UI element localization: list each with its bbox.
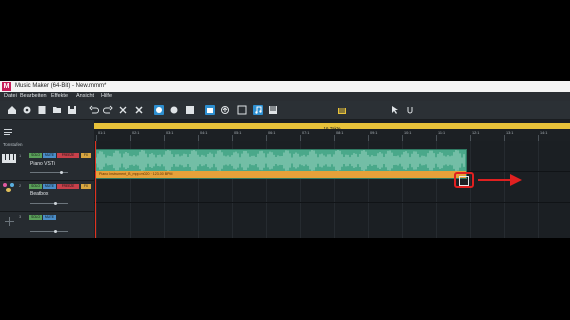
ruler-tick-label: 13:1: [506, 131, 514, 135]
ruler-tick-label: 05:1: [234, 131, 242, 135]
track-header-3[interactable]: 3 SOLO MUTE: [0, 212, 94, 238]
toggle-icon[interactable]: [169, 105, 179, 115]
track-number: 3: [19, 214, 22, 219]
home-icon[interactable]: [7, 105, 17, 115]
app-icon: M: [2, 82, 11, 91]
app-window: M Music Maker (64-Bit) - New.mmm* Datei …: [0, 81, 570, 238]
store-icon[interactable]: [205, 105, 215, 115]
volume-knob[interactable]: [54, 230, 57, 233]
menu-ansicht[interactable]: Ansicht: [76, 93, 94, 100]
loop-range-bar[interactable]: 16 Takte: [94, 123, 570, 131]
ruler-tick-label: 06:1: [268, 131, 276, 135]
track-lane-1[interactable]: Piano Instrument_B_mpp.m020 · 123.00 BPM: [94, 141, 570, 179]
volume-slider[interactable]: [30, 230, 68, 233]
title-bar: M Music Maker (64-Bit) - New.mmm*: [0, 81, 570, 92]
cut-icon[interactable]: [118, 105, 128, 115]
upload-icon[interactable]: [220, 105, 230, 115]
fx-button[interactable]: FX: [81, 184, 91, 189]
track-lane-3[interactable]: [94, 203, 570, 238]
track-name[interactable]: Beatbox: [30, 191, 48, 197]
freeze-button[interactable]: FREEZE: [57, 184, 79, 189]
volume-knob[interactable]: [54, 202, 57, 205]
solo-button[interactable]: SOLO: [29, 153, 42, 158]
solo-button[interactable]: SOLO: [29, 215, 42, 220]
volume-knob[interactable]: [60, 171, 63, 174]
track-header-2[interactable]: 2 SOLO MUTE FREEZE FX Beatbox: [0, 181, 94, 212]
volume-slider[interactable]: [30, 202, 68, 205]
menu-hilfe[interactable]: Hilfe: [101, 93, 112, 100]
menu-effekte[interactable]: Effekte: [51, 93, 68, 100]
toolbar: [0, 101, 570, 120]
mute-button[interactable]: MUTE: [43, 215, 56, 220]
ruler-tick-label: 01:1: [98, 131, 106, 135]
hamburger-icon[interactable]: [4, 129, 12, 135]
ruler-tick-label: 07:1: [302, 131, 310, 135]
fx-button[interactable]: FX: [81, 153, 91, 158]
menu-datei[interactable]: Datei: [4, 93, 17, 100]
ruler-tick-label: 08:1: [336, 131, 344, 135]
freeze-button[interactable]: FREEZE: [57, 153, 79, 158]
copy-icon[interactable]: [154, 105, 164, 115]
ruler-tick-label: 11:1: [438, 131, 446, 135]
undo-icon[interactable]: [89, 105, 99, 115]
ruler-tick-label: 04:1: [200, 131, 208, 135]
clip-waveform: [96, 150, 465, 171]
ruler-tick-label: 12:1: [472, 131, 480, 135]
tonstufen-label[interactable]: Tonstufen: [3, 142, 23, 147]
arrangement-area[interactable]: Piano Instrument_B_mpp.m020 · 123.00 BPM: [94, 141, 570, 238]
track-number: 2: [19, 183, 22, 188]
mute-button[interactable]: MUTE: [43, 153, 56, 158]
add-icon[interactable]: [5, 217, 14, 226]
menu-bearbeiten[interactable]: Bearbeiten: [20, 93, 47, 100]
music-icon[interactable]: [253, 105, 263, 115]
volume-slider[interactable]: [30, 171, 68, 174]
mixer-icon[interactable]: [337, 105, 347, 115]
loop-icon[interactable]: [237, 105, 247, 115]
track-header-1[interactable]: 1 SOLO MUTE FREEZE FX Piano VSTi: [0, 150, 94, 181]
save-icon[interactable]: [67, 105, 77, 115]
record-icon[interactable]: [185, 105, 195, 115]
delete-icon[interactable]: [134, 105, 144, 115]
folder-icon[interactable]: [52, 105, 62, 115]
piano-icon[interactable]: [268, 105, 278, 115]
tool-mode-icon[interactable]: [406, 105, 416, 115]
drag-direction-arrow: [478, 174, 522, 186]
track-number: 1: [19, 153, 22, 158]
playhead[interactable]: [95, 141, 96, 238]
import-icon[interactable]: [37, 105, 47, 115]
settings-icon[interactable]: [22, 105, 32, 115]
mute-button[interactable]: MUTE: [43, 184, 56, 189]
ruler-tick-label: 02:1: [132, 131, 140, 135]
redo-icon[interactable]: [103, 105, 113, 115]
timeline-ruler[interactable]: 16 Takte 01:1 02:1 03:1 04:1 05:1 06:1 07:1 08:…: [94, 120, 570, 141]
clip-resize-handle-highlight: [454, 172, 474, 188]
window-title: Music Maker (64-Bit) - New.mmm*: [15, 83, 107, 89]
pointer-icon[interactable]: [390, 105, 400, 115]
drum-icon: [3, 183, 15, 193]
piano-icon: [2, 154, 16, 163]
ruler-tick-label: 10:1: [404, 131, 412, 135]
waveform-path: [96, 150, 465, 171]
resize-handle-icon[interactable]: [459, 176, 469, 186]
ruler-tick-label: 09:1: [370, 131, 378, 135]
solo-button[interactable]: SOLO: [29, 184, 42, 189]
ruler-tick-label: 03:1: [166, 131, 174, 135]
track-name[interactable]: Piano VSTi: [30, 161, 55, 167]
ruler-tick-label: 14:1: [540, 131, 548, 135]
track-panel: Tonstufen 1 SOLO MUTE FREEZE FX Piano VS…: [0, 120, 95, 238]
menu-bar: Datei Bearbeiten Effekte Ansicht Hilfe: [0, 92, 570, 101]
